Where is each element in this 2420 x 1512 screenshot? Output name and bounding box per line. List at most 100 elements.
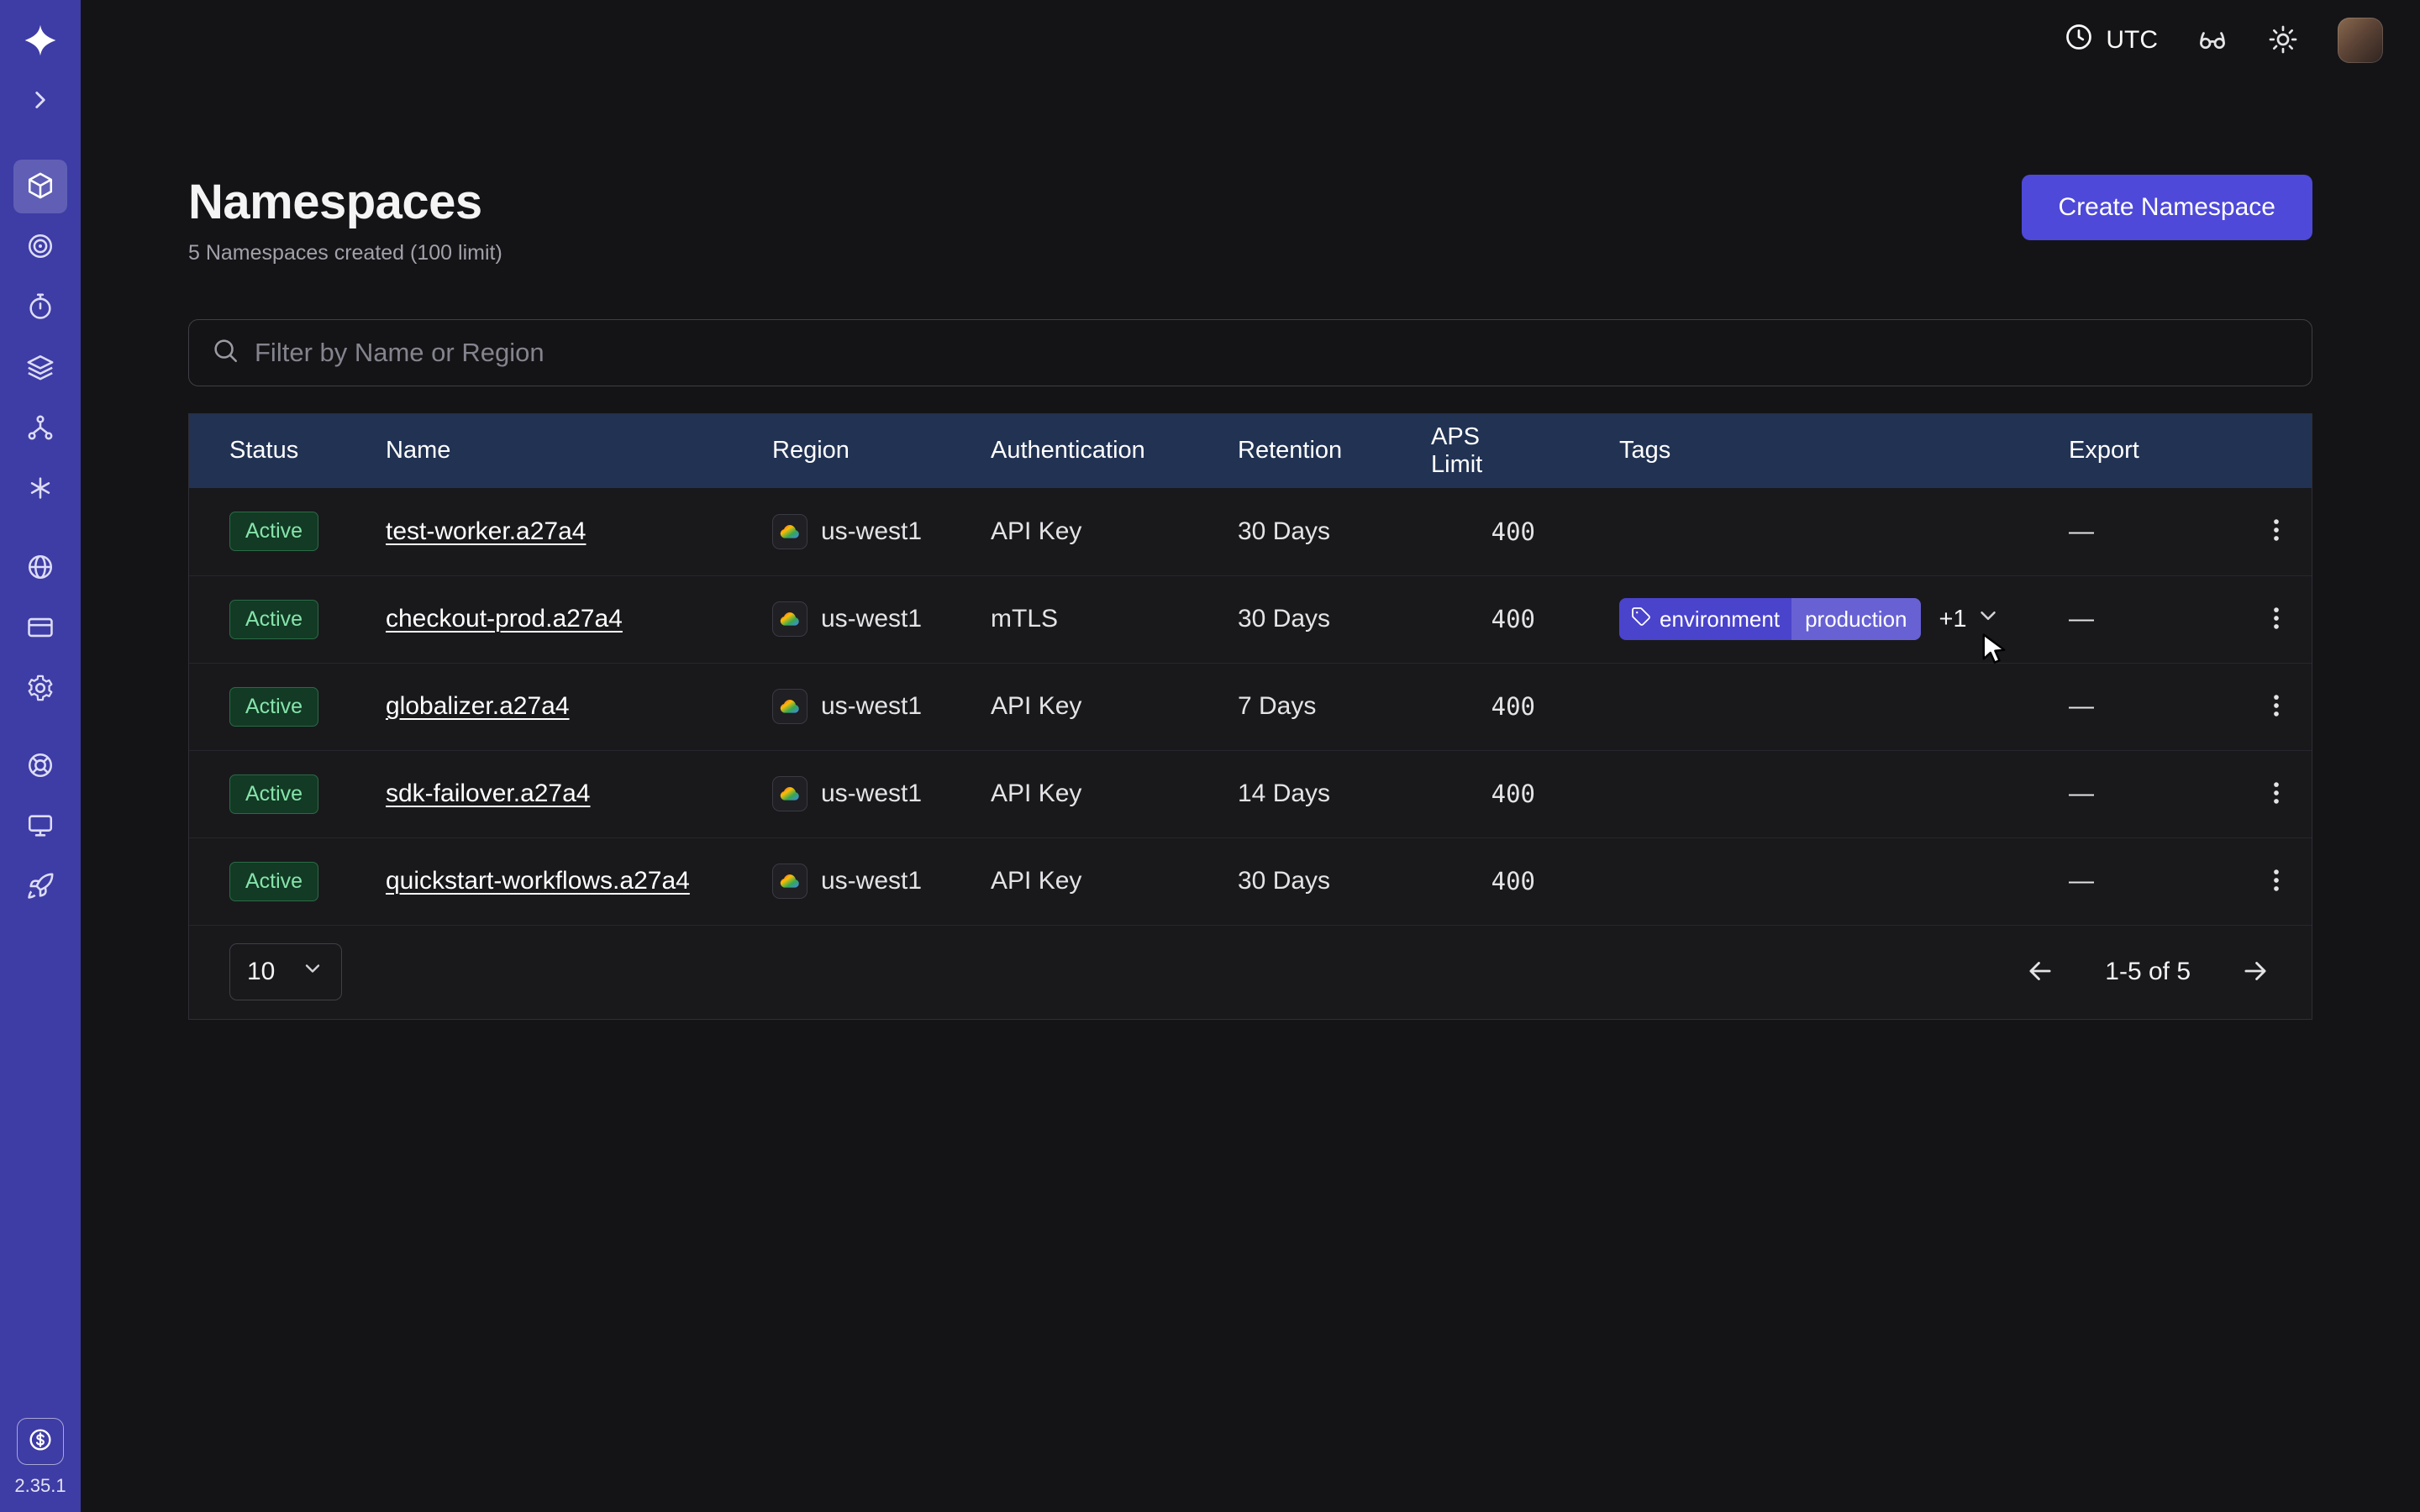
aps-limit: 400: [1431, 780, 1535, 808]
bullseye-icon: [26, 232, 55, 263]
chevron-down-icon: [301, 957, 324, 987]
region-label: us-west1: [821, 692, 922, 721]
sidebar: 2.35.1: [0, 0, 81, 1512]
table-footer: 10 1-5 of 5: [189, 925, 2312, 1019]
table-row: Active test-worker.a27a4 us-west1 API Ke…: [189, 488, 2312, 575]
namespace-link[interactable]: test-worker.a27a4: [386, 517, 586, 546]
kebab-icon: [2262, 691, 2291, 722]
rocket-icon: [26, 872, 55, 903]
column-header-retention: Retention: [1238, 437, 1431, 465]
status-badge: Active: [229, 600, 318, 639]
prev-page-button[interactable]: [2024, 955, 2056, 990]
sidebar-item-support[interactable]: [13, 739, 67, 793]
sidebar-item-nexus[interactable]: [13, 462, 67, 516]
sidebar-item-workflows[interactable]: [13, 402, 67, 455]
kebab-icon: [2262, 516, 2291, 547]
row-menu-button[interactable]: [2251, 681, 2302, 732]
lifebuoy-icon: [26, 751, 55, 782]
filter-bar: [188, 319, 2312, 386]
temporal-logo-icon[interactable]: [22, 22, 59, 59]
filter-input[interactable]: [255, 338, 2290, 368]
timezone-selector[interactable]: UTC: [2064, 22, 2158, 59]
tag-value-label: production: [1791, 598, 1920, 640]
retention-period: 30 Days: [1238, 867, 1431, 895]
page-size-select[interactable]: 10: [229, 943, 342, 1000]
sidebar-item-getting-started[interactable]: [13, 860, 67, 914]
tag-chip[interactable]: environment production: [1619, 598, 1921, 640]
gcp-cloud-icon: [772, 689, 808, 724]
kebab-icon: [2262, 779, 2291, 810]
column-header-authentication: Authentication: [991, 437, 1238, 465]
export-value: —: [2069, 517, 2240, 546]
readability-toggle-button[interactable]: [2196, 24, 2228, 56]
topbar: UTC: [81, 0, 2420, 81]
asterisk-icon: [26, 474, 55, 505]
sidebar-item-schedules[interactable]: [13, 281, 67, 334]
sun-icon: [2268, 24, 2298, 57]
arrow-right-icon: [2239, 955, 2271, 990]
tags-expand-button[interactable]: +1: [1939, 603, 2001, 635]
clock-icon: [2064, 22, 2094, 59]
sidebar-nav-primary: [13, 160, 67, 516]
row-menu-button[interactable]: [2251, 856, 2302, 906]
page-size-value: 10: [247, 958, 275, 986]
export-value: —: [2069, 692, 2240, 721]
column-header-export: Export: [2069, 437, 2240, 465]
namespace-link[interactable]: globalizer.a27a4: [386, 692, 570, 721]
globe-icon: [26, 553, 55, 584]
column-header-name: Name: [386, 437, 772, 465]
pagination: 1-5 of 5: [2024, 955, 2271, 990]
table-row: Active quickstart-workflows.a27a4 us-wes…: [189, 837, 2312, 925]
gcp-cloud-icon: [772, 776, 808, 811]
usage-button[interactable]: [17, 1418, 64, 1465]
retention-period: 7 Days: [1238, 692, 1431, 721]
sidebar-item-billing[interactable]: [13, 601, 67, 655]
retention-period: 30 Days: [1238, 605, 1431, 633]
page-content: Namespaces 5 Namespaces created (100 lim…: [81, 81, 2420, 1020]
next-page-button[interactable]: [2239, 955, 2271, 990]
create-namespace-button[interactable]: Create Namespace: [2022, 175, 2312, 240]
monitor-icon: [26, 811, 55, 843]
status-badge: Active: [229, 862, 318, 901]
sidebar-item-settings[interactable]: [13, 662, 67, 716]
sidebar-item-deployments[interactable]: [13, 341, 67, 395]
dollar-usage-icon: [27, 1426, 54, 1457]
namespace-link[interactable]: quickstart-workflows.a27a4: [386, 867, 690, 895]
sidebar-item-monitoring[interactable]: [13, 220, 67, 274]
retention-period: 14 Days: [1238, 780, 1431, 808]
row-menu-button[interactable]: [2251, 507, 2302, 557]
auth-method: API Key: [991, 692, 1238, 721]
gcp-cloud-icon: [772, 864, 808, 899]
namespace-link[interactable]: sdk-failover.a27a4: [386, 780, 591, 808]
sidebar-item-regions[interactable]: [13, 541, 67, 595]
app-root: 2.35.1 UTC Namespaces 5 Namespaces creat…: [0, 0, 2420, 1512]
aps-limit: 400: [1431, 692, 1535, 721]
status-badge: Active: [229, 774, 318, 814]
column-header-status: Status: [229, 437, 386, 465]
layers-icon: [26, 353, 55, 384]
sidebar-expand-button[interactable]: [13, 84, 67, 118]
namespace-link[interactable]: checkout-prod.a27a4: [386, 605, 623, 633]
retention-period: 30 Days: [1238, 517, 1431, 546]
theme-toggle-button[interactable]: [2267, 24, 2299, 56]
pagination-range: 1-5 of 5: [2105, 958, 2191, 986]
table-body: Active test-worker.a27a4 us-west1 API Ke…: [189, 488, 2312, 925]
table-header-row: Status Name Region Authentication Retent…: [189, 414, 2312, 488]
glasses-icon: [2197, 24, 2228, 57]
app-version: 2.35.1: [14, 1475, 66, 1497]
export-value: —: [2069, 780, 2240, 808]
namespaces-table: Status Name Region Authentication Retent…: [188, 413, 2312, 1020]
auth-method: API Key: [991, 517, 1238, 546]
column-header-region: Region: [772, 437, 991, 465]
sidebar-item-namespaces[interactable]: [13, 160, 67, 213]
page-subtitle: 5 Namespaces created (100 limit): [188, 241, 502, 265]
user-avatar[interactable]: [2338, 18, 2383, 63]
row-menu-button[interactable]: [2251, 769, 2302, 819]
sidebar-item-tutorials[interactable]: [13, 800, 67, 853]
table-row: Active sdk-failover.a27a4 us-west1 API K…: [189, 750, 2312, 837]
aps-limit: 400: [1431, 605, 1535, 633]
timer-icon: [26, 292, 55, 323]
row-menu-button[interactable]: [2251, 594, 2302, 644]
page-header: Namespaces 5 Namespaces created (100 lim…: [188, 175, 2312, 265]
gear-icon: [26, 674, 55, 705]
